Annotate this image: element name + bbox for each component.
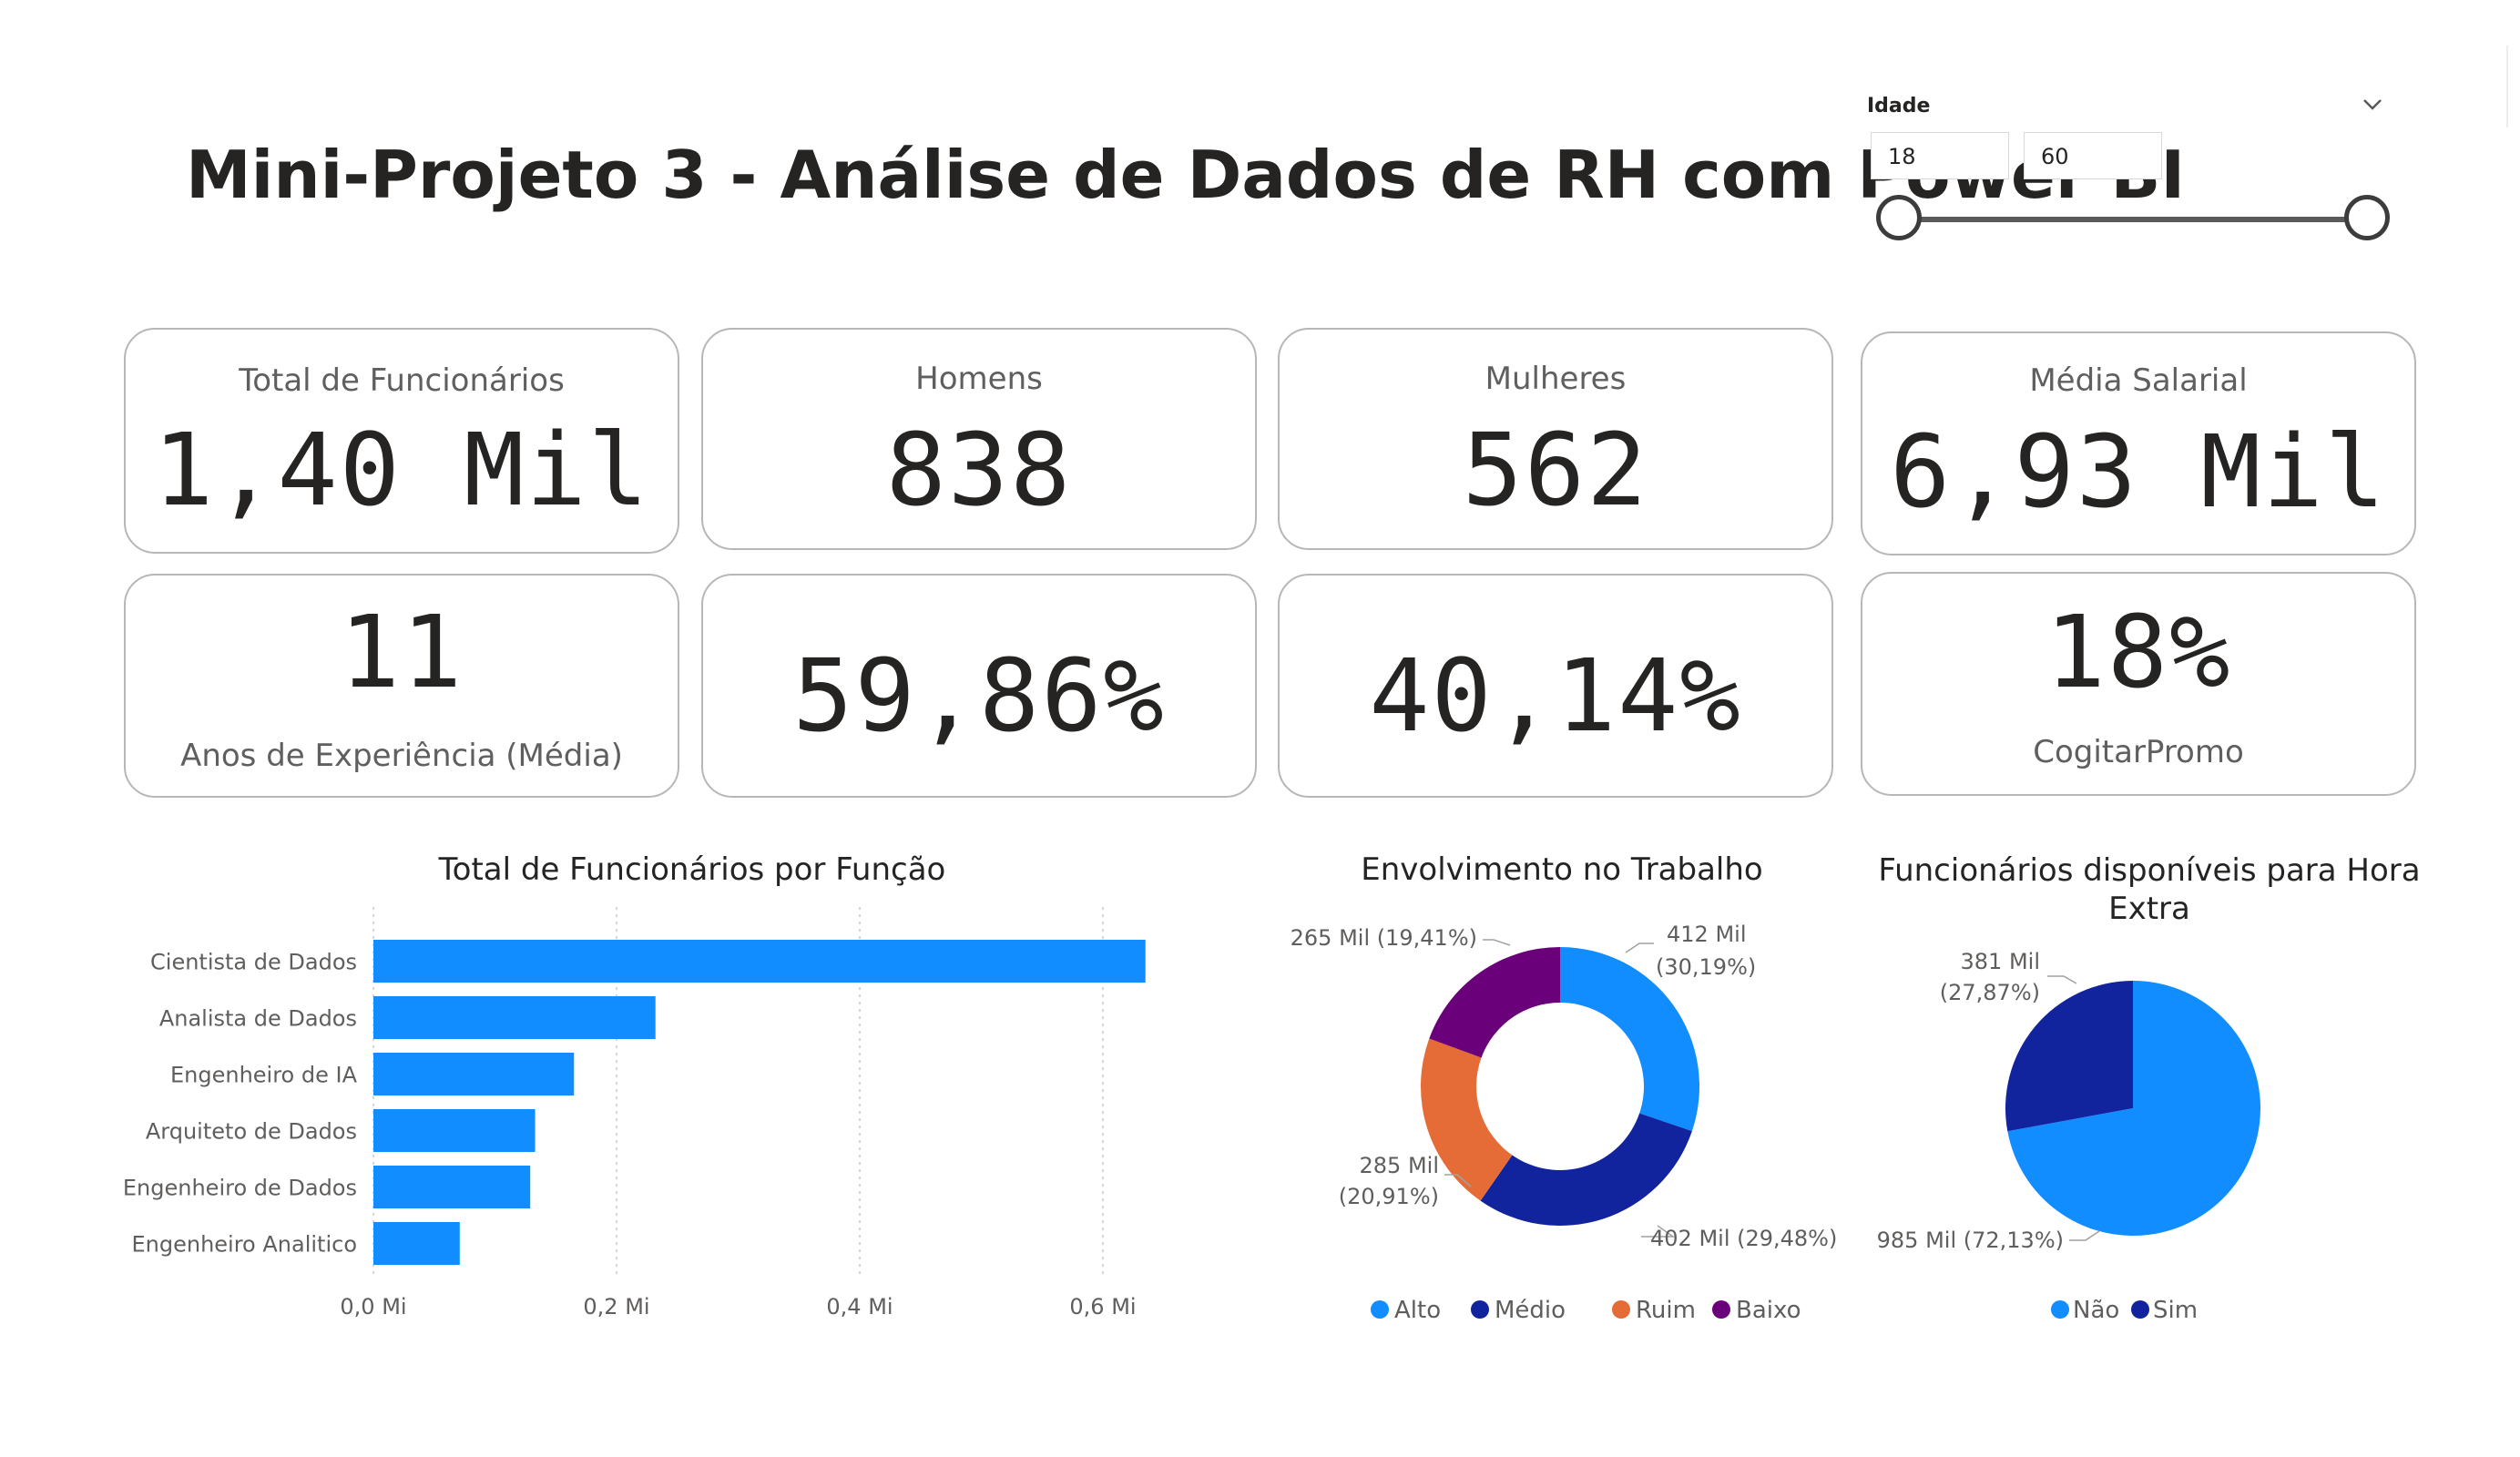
legend-label: Alto <box>1394 1297 1441 1324</box>
age-slider-max-handle[interactable] <box>2344 195 2390 240</box>
card-label: CogitarPromo <box>2033 734 2244 770</box>
x-tick-label: 0,4 Mi <box>826 1294 893 1319</box>
legend-label: Médio <box>1495 1297 1566 1324</box>
legend-marker <box>2131 1300 2149 1319</box>
scrollbar[interactable] <box>2506 46 2508 127</box>
bar-chart: Cientista de Dados Analista de Dados Engen… <box>123 907 1146 1319</box>
card-value: 40,14% <box>1369 637 1742 754</box>
category-label: Engenheiro de Dados <box>123 1176 357 1201</box>
card-total-funcionarios: Total de Funcionários 1,40 Mil <box>124 328 679 554</box>
category-label: Cientista de Dados <box>150 950 357 975</box>
legend-marker <box>1471 1300 1489 1319</box>
card-value: 59,86% <box>792 637 1166 754</box>
chevron-down-icon[interactable] <box>2357 89 2388 120</box>
donut-chart-title: Envolvimento no Trabalho <box>1361 851 1763 888</box>
card-mulheres: Mulheres 562 <box>1278 328 1833 550</box>
bar <box>373 1109 536 1152</box>
pie-chart-title: Funcionários disponíveis para Hora Extra <box>1878 852 2421 927</box>
category-label: Engenheiro de IA <box>170 1063 358 1088</box>
data-label: (30,19%) <box>1656 954 1756 980</box>
card-label: Total de Funcionários <box>239 362 565 399</box>
legend-label: Não <box>2073 1297 2119 1324</box>
age-min-input[interactable]: 18 <box>1871 132 2009 179</box>
legend-label: Ruim <box>1636 1297 1696 1324</box>
data-label: (20,91%) <box>1339 1184 1439 1209</box>
leader-line <box>1483 939 1511 946</box>
card-pct-mulheres: 40,14% <box>1278 574 1833 798</box>
x-tick-label: 0,2 Mi <box>583 1294 649 1319</box>
category-label: Engenheiro Analitico <box>131 1232 357 1258</box>
x-tick-label: 0,0 Mi <box>340 1294 406 1319</box>
card-value: 11 <box>339 594 464 710</box>
card-value: 1,40 Mil <box>153 412 650 528</box>
donut-slice-baixo <box>1429 947 1560 1058</box>
legend-marker <box>2051 1300 2069 1319</box>
data-label: 285 Mil <box>1360 1153 1439 1178</box>
legend-marker <box>1612 1300 1630 1319</box>
data-label: 985 Mil (72,13%) <box>1877 1228 2064 1253</box>
card-value: 18% <box>2045 594 2232 710</box>
card-value: 6,93 Mil <box>1890 413 2387 530</box>
card-label: Mulheres <box>1484 361 1627 397</box>
bar <box>373 1166 531 1208</box>
age-slider-track[interactable] <box>1894 217 2362 222</box>
category-label: Arquiteto de Dados <box>146 1119 357 1145</box>
legend-label: Sim <box>2153 1297 2198 1324</box>
data-label: 265 Mil (19,41%) <box>1291 925 1477 951</box>
age-slider-min-handle[interactable] <box>1876 195 1922 240</box>
donut-slice-médio <box>1480 1113 1692 1226</box>
bar <box>373 996 656 1039</box>
legend-marker <box>1371 1300 1389 1319</box>
age-slicer-label: Idade <box>1867 95 1931 117</box>
card-cogitar-promo: 18% CogitarPromo <box>1861 572 2416 796</box>
data-label: (27,87%) <box>1940 980 2040 1005</box>
card-media-salarial: Média Salarial 6,93 Mil <box>1861 331 2416 555</box>
pie-chart: 985 Mil (72,13%) 381 Mil (27,87%) Não Sim <box>1877 949 2260 1324</box>
data-label: 412 Mil <box>1667 922 1746 947</box>
bar-chart-title: Total de Funcionários por Função <box>438 851 946 888</box>
card-pct-homens: 59,86% <box>701 574 1257 798</box>
leader-line <box>1625 942 1654 953</box>
bar <box>373 1222 460 1265</box>
data-label: 381 Mil <box>1961 949 2040 974</box>
card-homens: Homens 838 <box>701 328 1257 550</box>
card-label: Anos de Experiência (Média) <box>180 738 623 774</box>
age-max-input[interactable]: 60 <box>2024 132 2162 179</box>
leader-line <box>2069 1230 2100 1241</box>
bar <box>373 1053 575 1095</box>
data-label: 402 Mil (29,48%) <box>1650 1226 1837 1251</box>
leader-line <box>2047 975 2077 984</box>
card-label: Média Salarial <box>2029 362 2248 399</box>
card-value: 562 <box>1462 412 1649 528</box>
x-tick-label: 0,6 Mi <box>1069 1294 1136 1319</box>
bar <box>373 940 1146 983</box>
legend-marker <box>1712 1300 1730 1319</box>
donut-chart: 412 Mil (30,19%) 402 Mil (29,48%) 285 Mil (2… <box>1291 922 1838 1324</box>
category-label: Analista de Dados <box>159 1006 357 1032</box>
legend-label: Baixo <box>1736 1297 1801 1324</box>
card-anos-experiencia: 11 Anos de Experiência (Média) <box>124 574 679 798</box>
card-label: Homens <box>915 361 1043 397</box>
card-value: 838 <box>885 412 1073 528</box>
